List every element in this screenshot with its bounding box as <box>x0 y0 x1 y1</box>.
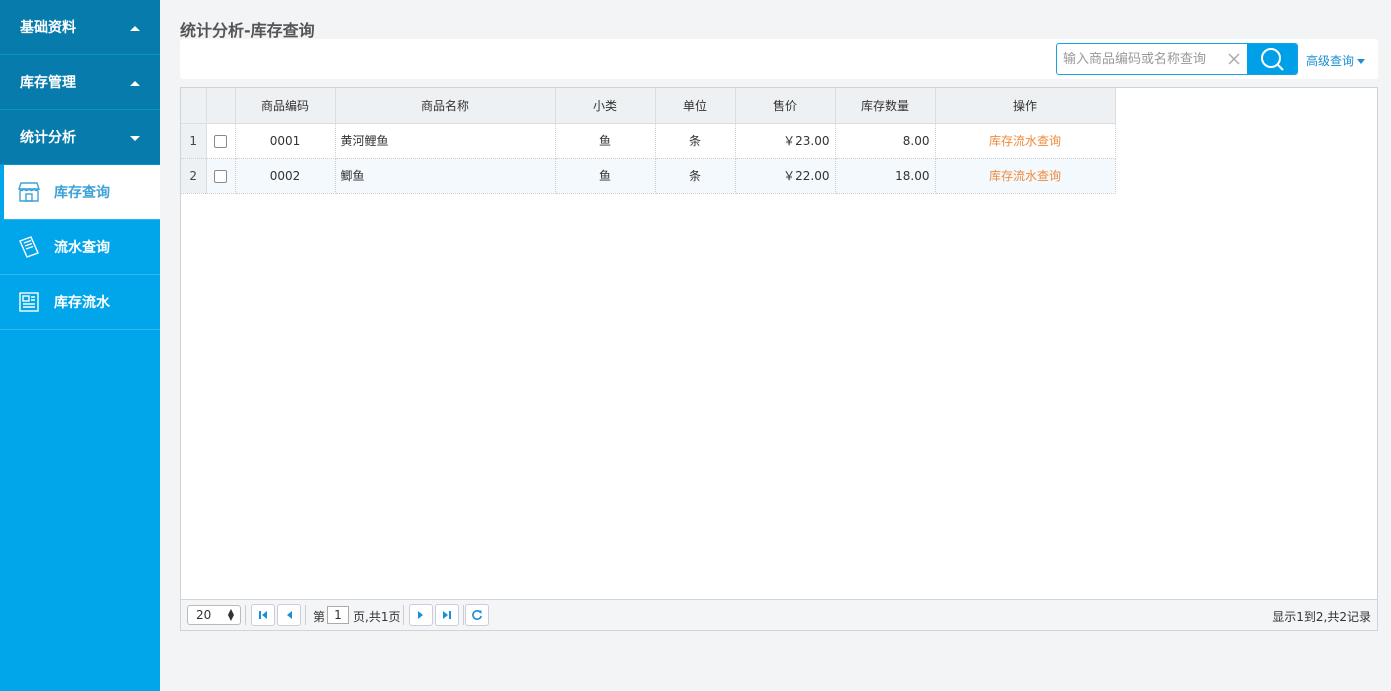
sidebar-group-label: 库存管理 <box>20 75 76 91</box>
cell-code: 0002 <box>235 158 336 194</box>
refresh-icon <box>472 610 482 620</box>
caret-down-icon <box>1357 59 1366 64</box>
cell-qty: 8.00 <box>835 123 936 159</box>
header-unit[interactable]: 单位 <box>655 88 736 124</box>
sidebar-group-statistics[interactable]: 统计分析 <box>0 110 160 165</box>
prev-page-button[interactable] <box>277 604 301 626</box>
next-page-icon <box>418 611 423 619</box>
pagination-bar: 20 ▲ ▼ 第 1 页,共1页 显示1到2,共2记录 <box>181 599 1377 630</box>
cell-code: 0001 <box>235 123 336 159</box>
data-grid: 商品编码 商品名称 小类 单位 售价 库存数量 操作 1 0001 黄河鲤鱼 鱼… <box>180 87 1378 631</box>
header-category[interactable]: 小类 <box>555 88 656 124</box>
search-icon <box>1261 48 1284 71</box>
header-price[interactable]: 售价 <box>735 88 836 124</box>
divider <box>463 605 464 625</box>
cell-category: 鱼 <box>555 158 656 194</box>
clear-icon[interactable] <box>1225 50 1243 68</box>
cell-unit: 条 <box>655 123 736 159</box>
cell-name: 黄河鲤鱼 <box>335 123 556 159</box>
record-info: 显示1到2,共2记录 <box>1272 610 1371 624</box>
sidebar-item-label: 流水查询 <box>54 240 110 256</box>
row-number: 2 <box>181 158 207 194</box>
cell-price: ￥23.00 <box>735 123 836 159</box>
page-size-value: 20 <box>196 608 212 622</box>
chevron-up-icon <box>130 81 140 86</box>
row-checkbox-cell <box>206 123 236 159</box>
first-page-button[interactable] <box>251 604 275 626</box>
report-icon <box>16 290 42 314</box>
page-size-select[interactable]: 20 ▲ ▼ <box>187 605 241 625</box>
prev-page-icon <box>287 611 292 619</box>
search-button[interactable] <box>1247 44 1297 74</box>
divider <box>245 605 246 625</box>
page-number-input[interactable]: 1 <box>327 606 349 624</box>
sidebar-group-inventory-mgmt[interactable]: 库存管理 <box>0 55 160 110</box>
document-list-icon <box>16 235 42 259</box>
sidebar-item-flow-query[interactable]: 流水查询 <box>0 220 160 275</box>
header-action: 操作 <box>935 88 1116 124</box>
next-page-button[interactable] <box>409 604 433 626</box>
sidebar-item-inventory-query[interactable]: 库存查询 <box>4 165 160 220</box>
header-rownum <box>181 88 207 124</box>
inventory-flow-link[interactable]: 库存流水查询 <box>989 134 1061 148</box>
divider <box>403 605 404 625</box>
cell-unit: 条 <box>655 158 736 194</box>
row-checkbox[interactable] <box>214 134 227 148</box>
search-box <box>1056 43 1298 75</box>
divider <box>305 605 306 625</box>
header-qty[interactable]: 库存数量 <box>835 88 936 124</box>
last-page-button[interactable] <box>435 604 459 626</box>
select-arrows-icon: ▲ ▼ <box>227 607 234 622</box>
cell-name: 鲫鱼 <box>335 158 556 194</box>
header-checkbox <box>206 88 236 124</box>
row-number: 1 <box>181 123 207 159</box>
table-row[interactable]: 2 0002 鲫鱼 鱼 条 ￥22.00 18.00 库存流水查询 <box>181 158 1116 194</box>
main-content: 统计分析-库存查询 高级查询 <box>160 0 1391 691</box>
refresh-button[interactable] <box>465 604 489 626</box>
page-suffix: 页,共1页 <box>353 610 401 624</box>
table-row[interactable]: 1 0001 黄河鲤鱼 鱼 条 ￥23.00 8.00 库存流水查询 <box>181 123 1116 159</box>
last-page-icon <box>443 611 451 619</box>
header-row: 商品编码 商品名称 小类 单位 售价 库存数量 操作 <box>181 88 1116 124</box>
page-title: 统计分析-库存查询 <box>180 21 315 40</box>
chevron-down-icon <box>130 136 140 141</box>
page-prefix: 第 <box>313 610 326 624</box>
first-page-icon <box>259 611 267 619</box>
store-icon <box>16 180 42 204</box>
sidebar-group-basic-data[interactable]: 基础资料 <box>0 0 160 55</box>
cell-price: ￥22.00 <box>735 158 836 194</box>
sidebar: 基础资料 库存管理 统计分析 库存查询 流水查询 库存流水 <box>0 0 160 691</box>
sidebar-item-label: 库存查询 <box>54 185 110 201</box>
cell-category: 鱼 <box>555 123 656 159</box>
header-name[interactable]: 商品名称 <box>335 88 556 124</box>
sidebar-item-inventory-flow[interactable]: 库存流水 <box>0 275 160 330</box>
row-checkbox[interactable] <box>214 169 227 183</box>
sidebar-item-label: 库存流水 <box>54 295 110 311</box>
cell-action: 库存流水查询 <box>935 158 1116 194</box>
app-window: 基础资料 库存管理 统计分析 库存查询 流水查询 库存流水 统计分析-库存查询 … <box>0 0 1391 691</box>
chevron-up-icon <box>130 26 140 31</box>
toolbar: 高级查询 <box>180 39 1378 79</box>
search-input[interactable] <box>1057 44 1223 74</box>
cell-qty: 18.00 <box>835 158 936 194</box>
header-code[interactable]: 商品编码 <box>235 88 336 124</box>
inventory-flow-link[interactable]: 库存流水查询 <box>989 169 1061 183</box>
cell-action: 库存流水查询 <box>935 123 1116 159</box>
advanced-search-button[interactable]: 高级查询 <box>1306 52 1366 69</box>
row-checkbox-cell <box>206 158 236 194</box>
sidebar-group-label: 统计分析 <box>20 130 76 146</box>
advanced-search-label: 高级查询 <box>1306 54 1355 68</box>
grid-table: 商品编码 商品名称 小类 单位 售价 库存数量 操作 1 0001 黄河鲤鱼 鱼… <box>181 88 1116 194</box>
sidebar-group-label: 基础资料 <box>20 20 76 36</box>
